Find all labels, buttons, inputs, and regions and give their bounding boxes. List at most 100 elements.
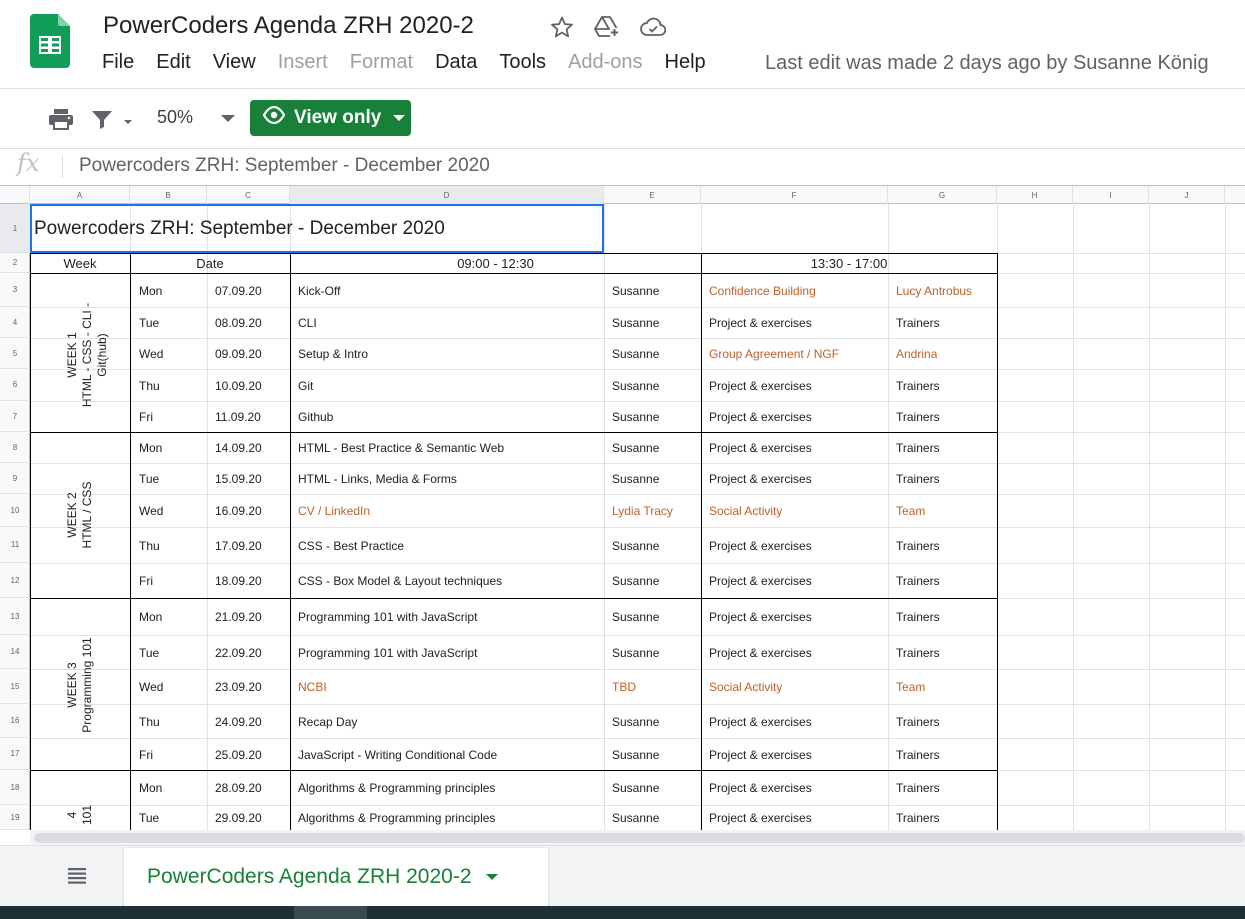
afternoon-cell[interactable]: Project & exercises [709,806,888,830]
afternoon-trainer-cell[interactable]: Trainers [896,528,997,563]
trainer-cell[interactable]: Susanne [612,274,701,307]
row-header-9[interactable]: 9 [0,463,30,494]
trainer-cell[interactable]: Lydia Tracy [612,495,701,527]
trainer-cell[interactable]: Susanne [612,705,701,738]
trainer-cell[interactable]: Susanne [612,308,701,338]
afternoon-cell[interactable]: Project & exercises [709,599,888,635]
day-cell[interactable]: Thu [139,705,207,738]
day-cell[interactable]: Mon [139,771,207,805]
trainer-cell[interactable]: Susanne [612,402,701,432]
horizontal-scrollbar-thumb[interactable] [34,833,1245,843]
topic-cell[interactable]: CSS - Best Practice [298,528,604,563]
trainer-cell[interactable]: Susanne [612,599,701,635]
menu-addons[interactable]: Add-ons [568,51,643,77]
row-header-6[interactable]: 6 [0,369,30,401]
topic-cell[interactable]: Recap Day [298,705,604,738]
afternoon-cell[interactable]: Project & exercises [709,528,888,563]
week-label[interactable]: WEEK 3 Programming 101 [65,615,95,755]
row-header-8[interactable]: 8 [0,432,30,463]
column-header-h[interactable]: H [997,186,1073,204]
day-cell[interactable]: Tue [139,636,207,669]
column-header-i[interactable]: I [1073,186,1149,204]
week-label[interactable]: WEEK 2 HTML / CSS [65,445,95,585]
afternoon-trainer-cell[interactable]: Trainers [896,564,997,598]
date-cell[interactable]: 22.09.20 [215,636,290,669]
date-cell[interactable]: 25.09.20 [215,739,290,770]
date-cell[interactable]: 16.09.20 [215,495,290,527]
afternoon-trainer-cell[interactable]: Trainers [896,308,997,338]
menu-insert[interactable]: Insert [278,51,328,77]
column-header-f[interactable]: F [701,186,888,204]
date-cell[interactable]: 29.09.20 [215,806,290,830]
row-header-16[interactable]: 16 [0,704,30,738]
taskbar-button[interactable] [294,906,367,919]
view-only-button[interactable]: View only [250,100,411,136]
day-cell[interactable]: Fri [139,739,207,770]
trainer-cell[interactable]: Susanne [612,564,701,598]
day-cell[interactable]: Thu [139,528,207,563]
afternoon-cell[interactable]: Project & exercises [709,433,888,463]
date-cell[interactable]: 23.09.20 [215,670,290,704]
date-cell[interactable]: 14.09.20 [215,433,290,463]
formula-bar-content[interactable]: Powercoders ZRH: September - December 20… [79,155,490,177]
afternoon-trainer-cell[interactable]: Lucy Antrobus [896,274,997,307]
afternoon-cell[interactable]: Confidence Building [709,274,888,307]
title-cell[interactable]: Powercoders ZRH: September - December 20… [30,204,604,253]
afternoon-cell[interactable]: Project & exercises [709,308,888,338]
afternoon-cell[interactable]: Project & exercises [709,402,888,432]
afternoon-cell[interactable]: Project & exercises [709,705,888,738]
afternoon-cell[interactable]: Group Agreement / NGF [709,339,888,369]
row-header-12[interactable]: 12 [0,563,30,598]
date-cell[interactable]: 28.09.20 [215,771,290,805]
day-cell[interactable]: Wed [139,339,207,369]
afternoon-cell[interactable]: Project & exercises [709,636,888,669]
row-header-2[interactable]: 2 [0,253,30,273]
menu-format[interactable]: Format [350,51,413,77]
afternoon-trainer-cell[interactable]: Trainers [896,705,997,738]
afternoon-trainer-cell[interactable]: Trainers [896,599,997,635]
topic-cell[interactable]: Algorithms & Programming principles [298,771,604,805]
menu-edit[interactable]: Edit [156,51,190,77]
header-week[interactable]: Week [30,254,130,273]
date-cell[interactable]: 10.09.20 [215,370,290,401]
date-cell[interactable]: 15.09.20 [215,464,290,494]
date-cell[interactable]: 08.09.20 [215,308,290,338]
zoom-dropdown-icon[interactable] [214,105,242,133]
row-header-19[interactable]: 19 [0,805,30,830]
row-header-13[interactable]: 13 [0,598,30,635]
sheet-tab[interactable]: PowerCoders Agenda ZRH 2020-2 [124,848,548,906]
column-header-g[interactable]: G [888,186,997,204]
day-cell[interactable]: Mon [139,599,207,635]
trainer-cell[interactable]: Susanne [612,636,701,669]
row-header-1[interactable]: 1 [0,204,30,253]
column-header-j[interactable]: J [1149,186,1225,204]
day-cell[interactable]: Thu [139,370,207,401]
afternoon-cell[interactable]: Project & exercises [709,739,888,770]
topic-cell[interactable]: Programming 101 with JavaScript [298,599,604,635]
trainer-cell[interactable]: Susanne [612,771,701,805]
column-header-a[interactable]: A [30,186,130,204]
column-header-e[interactable]: E [604,186,701,204]
column-header-c[interactable]: C [207,186,290,204]
date-cell[interactable]: 21.09.20 [215,599,290,635]
afternoon-trainer-cell[interactable]: Team [896,495,997,527]
afternoon-cell[interactable]: Social Activity [709,670,888,704]
topic-cell[interactable]: CSS - Box Model & Layout techniques [298,564,604,598]
trainer-cell[interactable]: Susanne [612,739,701,770]
trainer-cell[interactable]: Susanne [612,370,701,401]
filter-icon[interactable] [89,105,135,133]
sheets-logo-icon[interactable] [30,14,70,68]
row-header-18[interactable]: 18 [0,770,30,805]
date-cell[interactable]: 07.09.20 [215,274,290,307]
drive-add-icon[interactable] [594,14,620,40]
header-morning[interactable]: 09:00 - 12:30 [290,254,701,273]
afternoon-trainer-cell[interactable]: Trainers [896,739,997,770]
topic-cell[interactable]: Algorithms & Programming principles [298,806,604,830]
afternoon-cell[interactable]: Project & exercises [709,771,888,805]
row-header-17[interactable]: 17 [0,738,30,770]
topic-cell[interactable]: Git [298,370,604,401]
select-all-corner[interactable] [0,186,30,204]
row-header-10[interactable]: 10 [0,494,30,527]
day-cell[interactable]: Tue [139,806,207,830]
afternoon-trainer-cell[interactable]: Trainers [896,402,997,432]
